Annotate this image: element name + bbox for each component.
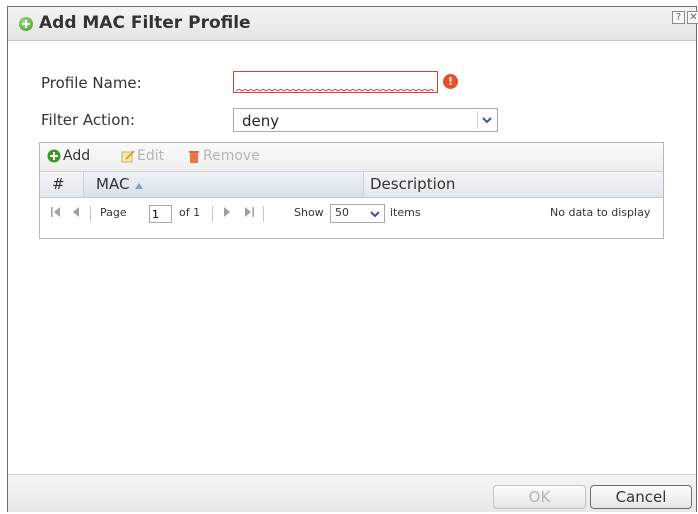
table-header: # MAC Description bbox=[40, 172, 663, 198]
dialog-title: Add MAC Filter Profile bbox=[39, 13, 251, 33]
chevron-down-icon[interactable] bbox=[368, 206, 383, 221]
trash-icon bbox=[187, 149, 201, 163]
edit-icon bbox=[121, 149, 135, 163]
remove-button[interactable]: Remove bbox=[187, 148, 279, 166]
page-size-select[interactable]: 50 bbox=[330, 204, 385, 223]
filter-action-value: deny bbox=[242, 112, 280, 130]
column-header-mac[interactable]: MAC bbox=[84, 172, 364, 197]
dialog-footer: OK Cancel bbox=[8, 474, 696, 512]
page-count-label: of 1 bbox=[179, 206, 201, 219]
add-button[interactable]: Add bbox=[47, 148, 109, 166]
show-label: Show bbox=[294, 206, 324, 219]
last-page-icon[interactable] bbox=[244, 206, 254, 221]
filter-action-label: Filter Action: bbox=[41, 111, 135, 129]
error-icon: ! bbox=[443, 74, 458, 89]
table-pager: Page of 1 Show 50 items No data to displ… bbox=[40, 198, 663, 230]
chevron-down-icon[interactable] bbox=[477, 111, 495, 129]
filter-action-select[interactable]: deny bbox=[233, 108, 498, 132]
empty-message: No data to display bbox=[550, 206, 651, 219]
add-circle-icon bbox=[19, 17, 33, 31]
add-mac-filter-profile-dialog: Add MAC Filter Profile ? ✕ Profile Name:… bbox=[7, 6, 698, 512]
page-number-input[interactable] bbox=[149, 205, 172, 223]
dialog-titlebar[interactable]: Add MAC Filter Profile ? ✕ bbox=[8, 7, 698, 41]
add-circle-icon bbox=[47, 149, 61, 163]
pager-divider bbox=[90, 206, 91, 222]
ok-button[interactable]: OK bbox=[493, 485, 586, 509]
first-page-icon[interactable] bbox=[51, 206, 61, 221]
pager-divider bbox=[263, 206, 264, 222]
remove-label: Remove bbox=[203, 148, 260, 164]
profile-name-label: Profile Name: bbox=[41, 74, 142, 92]
close-button[interactable]: ✕ bbox=[687, 11, 698, 24]
pager-divider bbox=[212, 206, 213, 222]
sort-ascending-icon bbox=[135, 172, 144, 197]
edit-button[interactable]: Edit bbox=[121, 148, 177, 166]
page-label: Page bbox=[100, 206, 127, 219]
previous-page-icon[interactable] bbox=[72, 206, 80, 221]
cancel-button[interactable]: Cancel bbox=[590, 485, 692, 509]
next-page-icon[interactable] bbox=[223, 206, 231, 221]
column-header-description[interactable]: Description bbox=[364, 172, 663, 197]
table-toolbar: Add Edit Remove bbox=[40, 143, 663, 172]
help-button[interactable]: ? bbox=[672, 11, 685, 24]
page-size-value: 50 bbox=[335, 206, 349, 219]
mac-table-panel: Add Edit Remove # MAC Description Page 1… bbox=[39, 142, 664, 239]
column-header-number[interactable]: # bbox=[40, 172, 84, 197]
items-label: items bbox=[390, 206, 421, 219]
validation-squiggle bbox=[236, 89, 434, 92]
add-label: Add bbox=[63, 148, 91, 164]
edit-label: Edit bbox=[137, 148, 165, 164]
column-header-mac-label: MAC bbox=[96, 175, 130, 193]
